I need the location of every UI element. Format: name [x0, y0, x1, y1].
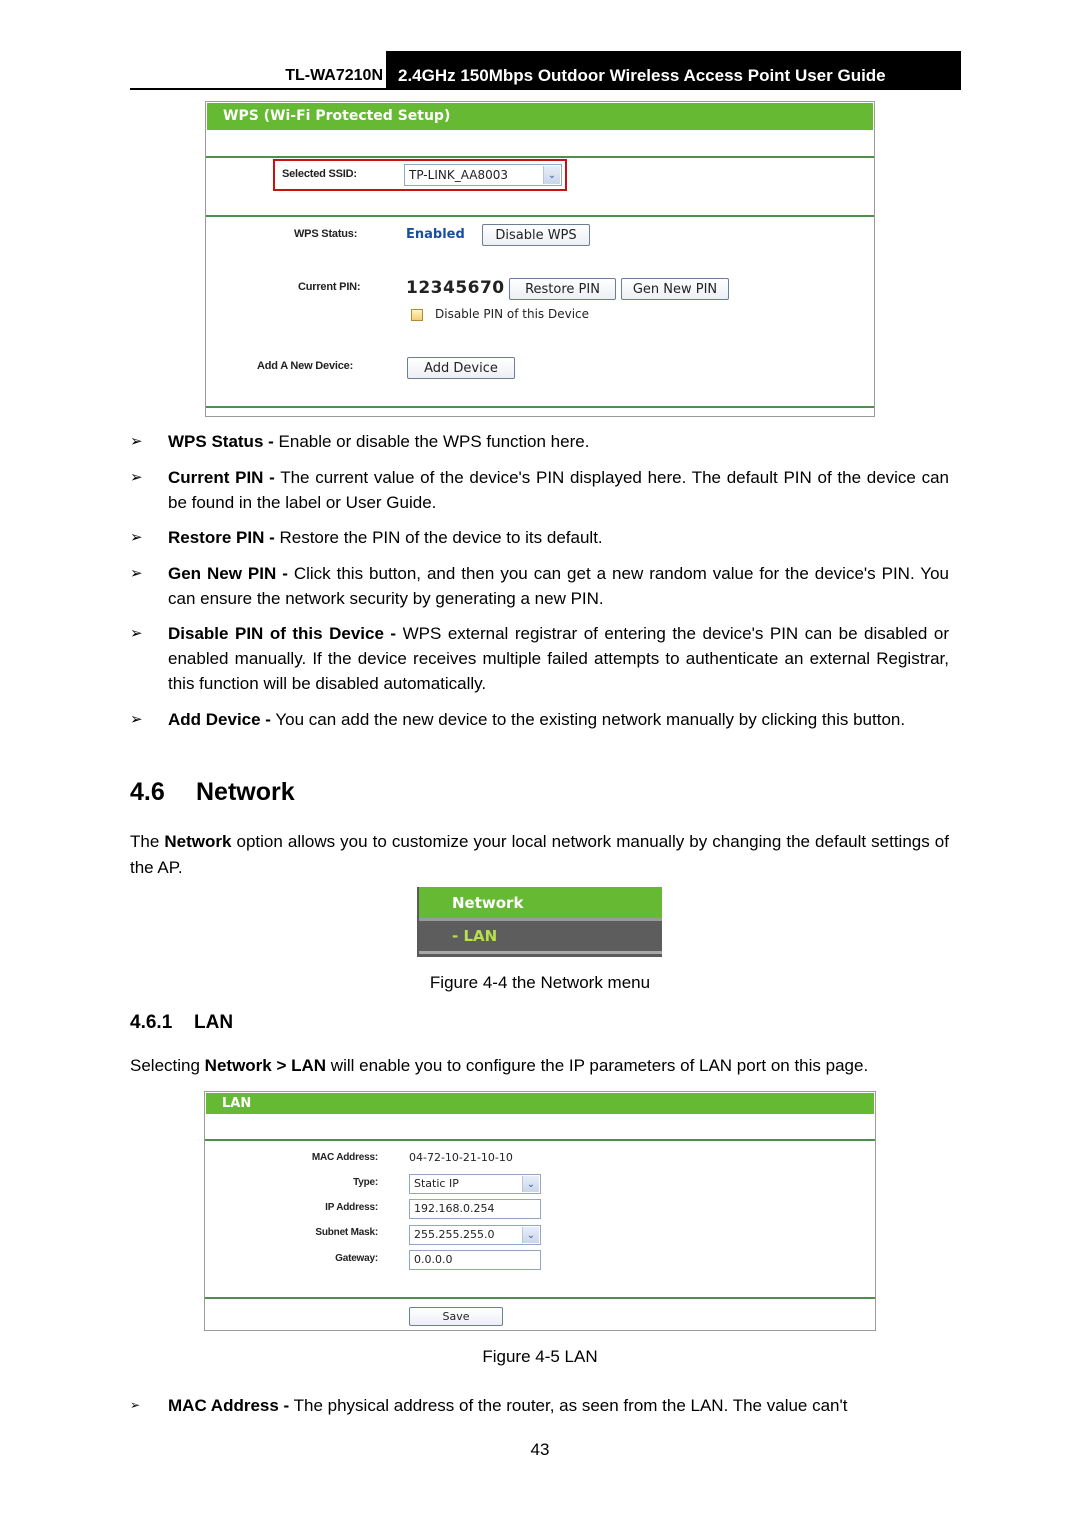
divider: [205, 1297, 875, 1299]
ip-address-input[interactable]: 192.168.0.254: [409, 1199, 541, 1219]
bullet-item: ➢ Add Device - You can add the new devic…: [130, 707, 949, 732]
gateway-label: Gateway:: [335, 1253, 378, 1264]
ssid-label: Selected SSID:: [282, 168, 357, 180]
current-pin-value: 12345670: [406, 278, 505, 298]
current-pin-label: Current PIN:: [298, 281, 361, 293]
gen-new-pin-button[interactable]: Gen New PIN: [621, 278, 729, 300]
intro-bold: Network > LAN: [204, 1056, 327, 1075]
bullet-term: Add Device -: [168, 710, 271, 729]
section-title: Network: [196, 778, 295, 806]
type-label: Type:: [353, 1177, 378, 1188]
figure-caption: Figure 4-5 LAN: [482, 1347, 598, 1366]
wps-bullet-list: ➢ WPS Status - Enable or disable the WPS…: [130, 429, 949, 732]
header-rule: [130, 88, 961, 90]
running-header: TL-WA7210N 2.4GHz 150Mbps Outdoor Wirele…: [130, 51, 961, 90]
disable-pin-checkbox-label: Disable PIN of this Device: [435, 307, 590, 321]
bullet-arrow-icon: ➢: [130, 711, 143, 728]
bullet-term: MAC Address -: [168, 1396, 290, 1415]
bullet-arrow-icon: ➢: [130, 565, 143, 582]
bullet-term: Current PIN -: [168, 468, 275, 487]
menu-item-network[interactable]: Network: [419, 887, 662, 918]
chevron-down-icon[interactable]: ⌄: [522, 1176, 539, 1192]
wps-panel-title: WPS (Wi-Fi Protected Setup): [207, 103, 873, 130]
subnet-mask-select[interactable]: 255.255.255.0 ⌄: [409, 1225, 541, 1245]
intro-text: option allows you to customize your loca…: [130, 832, 949, 877]
chevron-down-icon[interactable]: ⌄: [522, 1227, 539, 1243]
intro-text: The: [130, 832, 165, 851]
disable-pin-checkbox[interactable]: [411, 309, 423, 321]
bullet-item: ➢ Restore PIN - Restore the PIN of the d…: [130, 525, 949, 550]
intro-bold: Network: [164, 832, 232, 851]
type-select-value: Static IP: [414, 1177, 459, 1190]
menu-separator: [419, 951, 662, 954]
bullet-item: ➢ WPS Status - Enable or disable the WPS…: [130, 429, 949, 454]
bullet-term: Restore PIN -: [168, 528, 275, 547]
wps-panel: WPS (Wi-Fi Protected Setup) Selected SSI…: [205, 101, 875, 417]
divider: [206, 215, 874, 217]
section-title: LAN: [194, 1012, 234, 1033]
chevron-down-icon[interactable]: ⌄: [543, 166, 560, 184]
bullet-text: You can add the new device to the existi…: [270, 710, 906, 729]
bullet-text: The physical address of the router, as s…: [289, 1396, 848, 1415]
add-device-label: Add A New Device:: [257, 360, 354, 372]
gateway-input[interactable]: 0.0.0.0: [409, 1250, 541, 1270]
guide-title: 2.4GHz 150Mbps Outdoor Wireless Access P…: [386, 51, 961, 88]
menu-item-lan[interactable]: - LAN: [419, 921, 662, 951]
page-number: 43: [530, 1440, 550, 1459]
bullet-term: Disable PIN of this Device -: [168, 624, 397, 643]
restore-pin-button[interactable]: Restore PIN: [509, 278, 616, 300]
section-number: 4.6.1: [130, 1012, 173, 1033]
bullet-item: ➢ MAC Address - The physical address of …: [130, 1393, 949, 1418]
wps-status-label: WPS Status:: [294, 228, 358, 240]
section-heading-network: 4.6 Network: [130, 778, 295, 807]
divider: [206, 156, 874, 158]
ip-address-label: IP Address:: [325, 1202, 378, 1213]
figure-caption: Figure 4-4 the Network menu: [429, 973, 651, 992]
subnet-mask-value: 255.255.255.0: [414, 1228, 495, 1241]
bullet-arrow-icon: ➢: [130, 625, 143, 642]
wps-status-value: Enabled: [406, 227, 465, 242]
bullet-arrow-icon: ➢: [130, 1398, 141, 1412]
subnet-mask-label: Subnet Mask:: [315, 1227, 378, 1238]
ssid-select-value: TP-LINK_AA8003: [409, 168, 508, 182]
divider: [206, 406, 874, 408]
bullet-arrow-icon: ➢: [130, 529, 143, 546]
bullet-item: ➢ Gen New PIN - Click this button, and t…: [130, 561, 949, 611]
type-select[interactable]: Static IP ⌄: [409, 1174, 541, 1194]
intro-text: will enable you to configure the IP para…: [326, 1056, 869, 1075]
disable-wps-button[interactable]: Disable WPS: [482, 224, 590, 246]
lan-panel: LAN MAC Address: 04-72-10-21-10-10 Type:…: [204, 1091, 876, 1331]
bullet-arrow-icon: ➢: [130, 433, 143, 450]
lan-intro: Selecting Network > LAN will enable you …: [130, 1053, 949, 1079]
lan-panel-title: LAN: [206, 1093, 874, 1114]
bullet-text: The current value of the device's PIN di…: [168, 468, 949, 512]
bullet-term: Gen New PIN -: [168, 564, 288, 583]
network-menu-figure: Network - LAN: [417, 887, 662, 957]
intro-text: Selecting: [130, 1056, 205, 1075]
network-intro: The Network option allows you to customi…: [130, 829, 949, 881]
divider: [205, 1139, 875, 1141]
section-heading-lan: 4.6.1 LAN: [130, 1012, 233, 1034]
bullet-arrow-icon: ➢: [130, 469, 143, 486]
ssid-select[interactable]: TP-LINK_AA8003 ⌄: [404, 164, 562, 186]
mac-address-label: MAC Address:: [311, 1152, 378, 1163]
bullet-item: ➢ Current PIN - The current value of the…: [130, 465, 949, 515]
bullet-term: WPS Status -: [168, 432, 274, 451]
mac-address-value: 04-72-10-21-10-10: [409, 1151, 513, 1164]
bullet-text: Restore the PIN of the device to its def…: [274, 528, 603, 547]
bullet-item: ➢ Disable PIN of this Device - WPS exter…: [130, 621, 949, 696]
save-button[interactable]: Save: [409, 1307, 503, 1326]
bullet-text: Enable or disable the WPS function here.: [273, 432, 590, 451]
section-number: 4.6: [130, 778, 165, 806]
model-name: TL-WA7210N: [285, 67, 383, 84]
add-device-button[interactable]: Add Device: [407, 357, 515, 379]
lan-bullet-list: ➢ MAC Address - The physical address of …: [130, 1393, 949, 1418]
